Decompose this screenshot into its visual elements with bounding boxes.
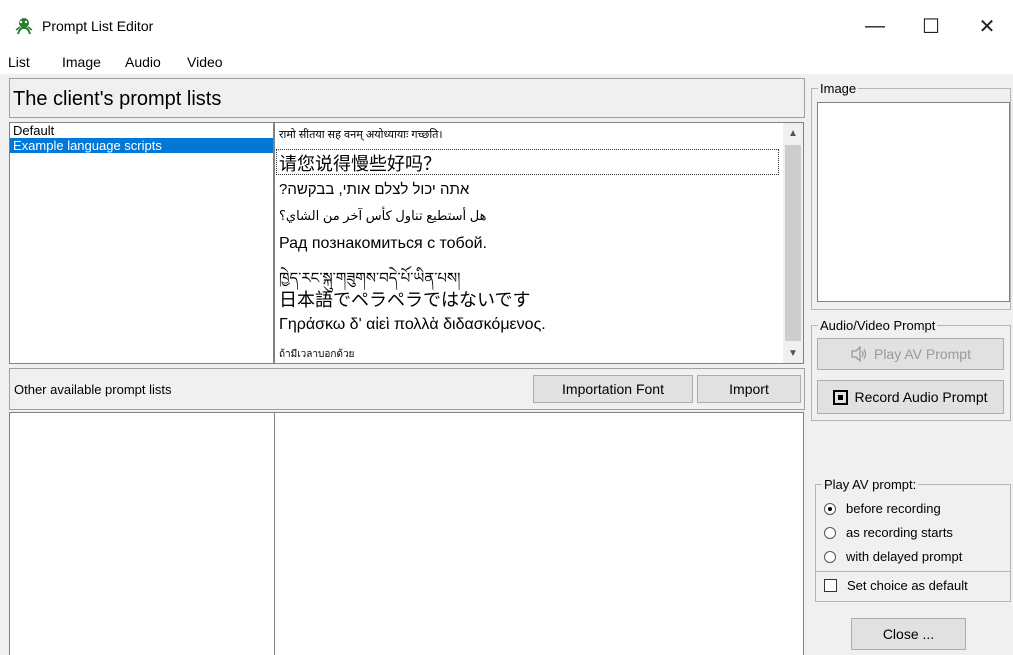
prompt-item[interactable]: هل أستطيع تناول كأس آخر من الشاي؟ bbox=[279, 208, 486, 224]
speaker-icon bbox=[851, 346, 867, 362]
prompt-item[interactable]: Γηράσκω δ' αἰεὶ πολλὰ διδασκόμενος. bbox=[279, 316, 546, 334]
close-icon: ✕ bbox=[978, 15, 996, 38]
menu-audio[interactable]: Audio bbox=[125, 54, 161, 70]
minimize-button[interactable]: — bbox=[852, 8, 898, 44]
list-item-default[interactable]: Default bbox=[10, 123, 273, 138]
set-default-label: Set choice as default bbox=[847, 578, 968, 593]
radio-button[interactable] bbox=[824, 550, 836, 563]
other-lists-listbox[interactable] bbox=[9, 412, 275, 655]
close-button[interactable]: Close ... bbox=[851, 618, 966, 650]
prompts-scrollbar[interactable]: ▲ ▼ bbox=[783, 123, 803, 363]
prompt-item[interactable]: ?אתה יכול לצלם אותי, בבקשה bbox=[279, 181, 469, 198]
menu-list[interactable]: List bbox=[8, 54, 30, 70]
close-window-button[interactable]: ✕ bbox=[964, 8, 1010, 44]
image-group-caption: Image bbox=[818, 81, 859, 96]
prompt-item[interactable]: Рад познакомиться с тобой. bbox=[279, 235, 487, 253]
maximize-icon: ☐ bbox=[922, 15, 940, 38]
window-title: Prompt List Editor bbox=[42, 18, 154, 34]
import-button[interactable]: Import bbox=[697, 375, 801, 403]
record-audio-prompt-label: Record Audio Prompt bbox=[854, 389, 988, 405]
radio-label: before recording bbox=[846, 501, 941, 516]
menu-video[interactable]: Video bbox=[187, 54, 223, 70]
other-lists-header: Other available prompt lists Importation… bbox=[9, 368, 805, 410]
radio-before-recording[interactable]: before recording bbox=[824, 501, 941, 516]
prompt-item[interactable]: रामो सीतया सह वनम् अयोध्यायाः गच्छति। bbox=[279, 127, 443, 142]
maximize-button[interactable]: ☐ bbox=[908, 8, 954, 44]
importation-font-button[interactable]: Importation Font bbox=[533, 375, 693, 403]
menu-bar: List Image Audio Video bbox=[0, 50, 1013, 74]
prompts-listbox[interactable]: रामो सीतया सह वनम् अयोध्यायाः गच्छति। 请您… bbox=[274, 122, 804, 364]
av-group-caption: Audio/Video Prompt bbox=[818, 318, 938, 333]
other-prompts-listbox[interactable] bbox=[274, 412, 804, 655]
title-bar: Prompt List Editor — ☐ ✕ bbox=[0, 0, 1013, 50]
image-preview[interactable] bbox=[817, 102, 1010, 302]
client-lists-header: The client's prompt lists bbox=[9, 78, 805, 118]
radio-label: with delayed prompt bbox=[846, 549, 963, 564]
play-av-prompt-label: Play AV Prompt bbox=[873, 346, 971, 362]
record-icon bbox=[833, 389, 849, 405]
set-default-checkbox-row[interactable]: Set choice as default bbox=[824, 578, 968, 593]
scroll-up-arrow-icon[interactable]: ▲ bbox=[783, 123, 803, 143]
prompt-item[interactable]: 请您说得慢些好吗？ bbox=[279, 150, 441, 176]
list-item-example-language-scripts[interactable]: Example language scripts bbox=[10, 138, 273, 153]
minimize-icon: — bbox=[865, 14, 885, 37]
radio-button[interactable] bbox=[824, 502, 836, 515]
page-title: The client's prompt lists bbox=[13, 88, 222, 110]
prompt-item[interactable]: 日本語でペラペラではないです bbox=[279, 286, 530, 312]
record-audio-prompt-button[interactable]: Record Audio Prompt bbox=[817, 380, 1004, 414]
menu-image[interactable]: Image bbox=[62, 54, 101, 70]
divider bbox=[815, 571, 1011, 572]
radio-with-delayed-prompt[interactable]: with delayed prompt bbox=[824, 549, 962, 564]
scroll-down-arrow-icon[interactable]: ▼ bbox=[783, 343, 803, 363]
radio-as-recording-starts[interactable]: as recording starts bbox=[824, 525, 953, 540]
play-av-prompt-button[interactable]: Play AV Prompt bbox=[817, 338, 1004, 370]
prompt-lists-listbox[interactable]: Default Example language scripts bbox=[9, 122, 274, 364]
prompt-item[interactable]: ถ้ามีเวลาบอกด้วย bbox=[279, 347, 354, 362]
play-av-options-caption: Play AV prompt: bbox=[822, 477, 919, 492]
radio-label: as recording starts bbox=[846, 525, 953, 540]
other-lists-label: Other available prompt lists bbox=[14, 382, 172, 397]
scroll-thumb[interactable] bbox=[785, 145, 801, 341]
set-default-checkbox[interactable] bbox=[824, 579, 837, 592]
app-icon bbox=[15, 18, 33, 35]
radio-button[interactable] bbox=[824, 526, 836, 539]
